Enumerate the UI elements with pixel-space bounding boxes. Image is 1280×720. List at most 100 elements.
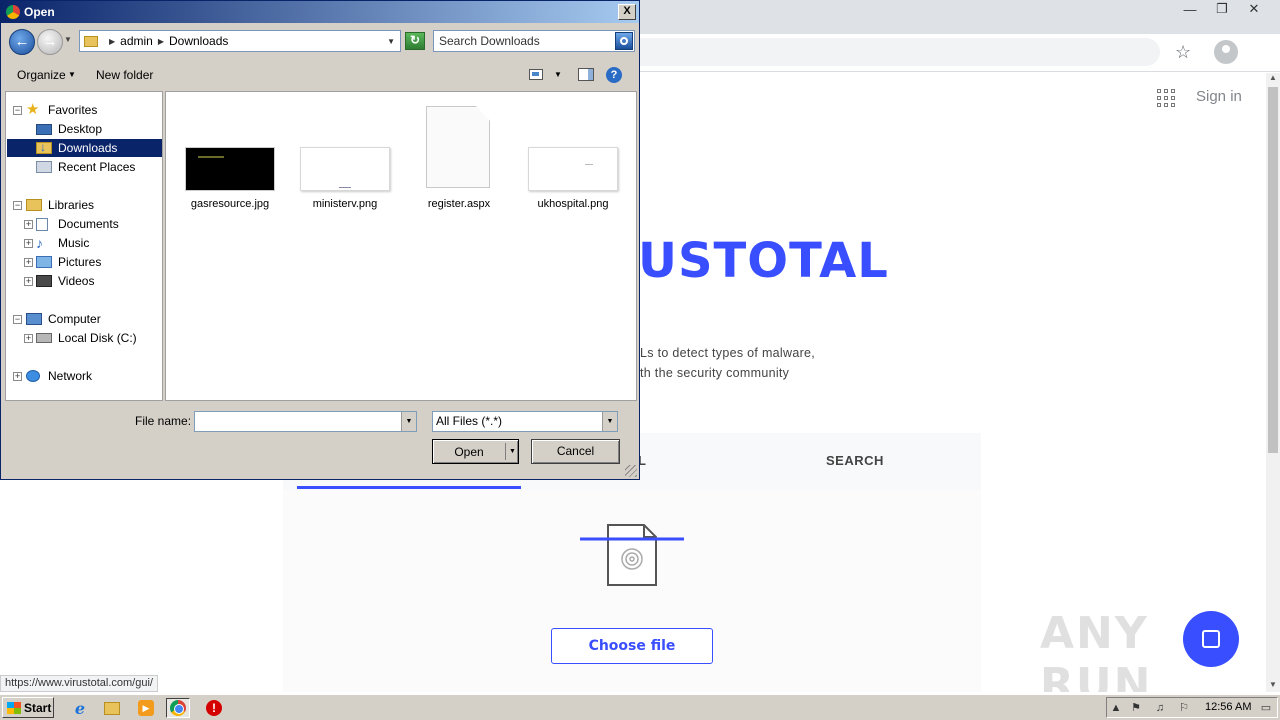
videos-icon: [36, 275, 52, 287]
breadcrumb[interactable]: ▶ admin ▶ Downloads ▼: [79, 30, 401, 52]
file-item[interactable]: ukhospital.png: [523, 92, 623, 212]
cancel-button[interactable]: Cancel: [531, 439, 620, 464]
internet-explorer-icon[interactable]: e: [68, 698, 92, 718]
preview-pane-icon[interactable]: [578, 68, 594, 81]
close-button[interactable]: ✕: [1242, 0, 1266, 18]
sidebar-item-desktop[interactable]: Desktop: [36, 120, 104, 138]
sidebar-item-label: Computer: [48, 312, 101, 326]
desktop-icon: [36, 123, 52, 135]
taskbar: Start e ▶ ! ▲ ⚑ ♫ ⚐ 12:56 AM ▭: [0, 694, 1280, 720]
file-name: ukhospital.png: [537, 198, 609, 210]
start-button[interactable]: Start: [2, 697, 54, 718]
expand-icon[interactable]: +: [24, 220, 33, 229]
search-input[interactable]: Search Downloads: [433, 30, 635, 52]
organize-button[interactable]: Organize: [17, 68, 66, 82]
star-icon[interactable]: ☆: [1175, 42, 1191, 63]
expand-icon[interactable]: +: [24, 334, 33, 343]
sidebar-item-downloads[interactable]: Downloads: [36, 139, 120, 157]
sidebar-item-label: Recent Places: [58, 160, 136, 174]
chevron-right-icon[interactable]: ▶: [158, 37, 164, 46]
refresh-button[interactable]: ↻: [405, 32, 425, 50]
show-desktop-icon[interactable]: ▭: [1259, 701, 1273, 715]
page-scrollbar[interactable]: ▲ ▼: [1266, 73, 1280, 692]
chevron-right-icon[interactable]: ▶: [109, 37, 115, 46]
address-bar[interactable]: [600, 38, 1160, 66]
expand-icon[interactable]: +: [24, 277, 33, 286]
collapse-icon[interactable]: −: [13, 106, 22, 115]
chevron-down-icon[interactable]: ▼: [509, 448, 516, 455]
file-type-select[interactable]: All Files (*.*) ▼: [432, 411, 618, 432]
forward-button[interactable]: →: [37, 29, 63, 55]
status-bar-url: https://www.virustotal.com/gui/: [0, 675, 158, 692]
open-button[interactable]: Open ▼: [432, 439, 519, 464]
pictures-icon: [36, 256, 52, 268]
sidebar-item-recent-places[interactable]: Recent Places: [36, 158, 137, 176]
tab-search[interactable]: SEARCH: [826, 453, 884, 468]
dialog-close-button[interactable]: X: [618, 4, 636, 20]
breadcrumb-admin[interactable]: admin: [120, 34, 153, 48]
document-icon: [426, 106, 490, 188]
chevron-down-icon[interactable]: ▼: [68, 70, 76, 79]
dialog-title: Open: [24, 5, 55, 19]
file-explorer-icon[interactable]: [100, 698, 124, 718]
chrome-taskbar-icon[interactable]: [166, 698, 190, 718]
chevron-down-icon[interactable]: ▼: [401, 412, 416, 431]
sidebar-item-documents[interactable]: Documents: [36, 215, 121, 233]
help-icon[interactable]: ?: [606, 67, 622, 83]
new-folder-button[interactable]: New folder: [96, 68, 153, 82]
address-dropdown-icon[interactable]: ▼: [387, 37, 395, 46]
sidebar-item-music[interactable]: ♪ Music: [36, 234, 91, 252]
restore-button[interactable]: ❐: [1210, 0, 1234, 18]
volume-icon[interactable]: ♫: [1153, 701, 1167, 715]
open-button-label: Open: [454, 445, 484, 459]
dialog-titlebar[interactable]: Open X: [1, 1, 639, 23]
network-icon: [26, 370, 40, 382]
avatar[interactable]: [1214, 40, 1238, 64]
sidebar-item-pictures[interactable]: Pictures: [36, 253, 103, 271]
sidebar-item-label: Documents: [58, 217, 119, 231]
scroll-up-arrow-icon[interactable]: ▲: [1266, 73, 1280, 85]
sidebar-item-label: Downloads: [56, 140, 120, 156]
change-view-icon[interactable]: [529, 69, 543, 80]
back-button[interactable]: ←: [9, 29, 35, 55]
choose-file-button[interactable]: Choose file: [551, 628, 713, 664]
sidebar-item-label: Local Disk (C:): [58, 331, 137, 345]
sidebar-item-computer[interactable]: Computer: [26, 310, 103, 328]
chat-button[interactable]: [1183, 611, 1239, 667]
breadcrumb-downloads[interactable]: Downloads: [169, 34, 228, 48]
file-item[interactable]: gasresource.jpg: [180, 92, 280, 212]
windows-logo-icon: [7, 701, 21, 714]
scroll-thumb[interactable]: [1268, 87, 1278, 453]
resize-grip-icon[interactable]: [625, 465, 637, 477]
file-item[interactable]: ministerv.png: [295, 92, 395, 212]
collapse-icon[interactable]: −: [13, 315, 22, 324]
sidebar-item-favorites[interactable]: ★ Favorites: [26, 101, 99, 119]
clock[interactable]: 12:56 AM: [1205, 701, 1251, 713]
action-center-icon[interactable]: ⚑: [1129, 701, 1143, 715]
sidebar-item-libraries[interactable]: Libraries: [26, 196, 96, 214]
expand-icon[interactable]: +: [24, 239, 33, 248]
show-hidden-icons-icon[interactable]: ▲: [1109, 701, 1123, 715]
search-icon[interactable]: [615, 32, 633, 50]
sidebar-item-local-disk[interactable]: Local Disk (C:): [36, 329, 139, 347]
file-item[interactable]: register.aspx: [409, 92, 509, 212]
sign-in-link[interactable]: Sign in: [1196, 88, 1242, 105]
collapse-icon[interactable]: −: [13, 201, 22, 210]
expand-icon[interactable]: +: [24, 258, 33, 267]
chat-icon: [1202, 630, 1220, 648]
apps-grid-icon[interactable]: [1157, 89, 1175, 107]
stop-icon[interactable]: !: [202, 698, 226, 718]
history-dropdown-icon[interactable]: ▼: [64, 35, 72, 44]
chevron-down-icon[interactable]: ▼: [554, 70, 562, 79]
network-status-icon[interactable]: ⚐: [1177, 701, 1191, 715]
image-thumbnail: [185, 147, 275, 191]
file-name-input[interactable]: ▼: [194, 411, 417, 432]
chevron-down-icon[interactable]: ▼: [602, 412, 617, 431]
sidebar-item-network[interactable]: Network: [26, 367, 94, 385]
scroll-down-arrow-icon[interactable]: ▼: [1266, 680, 1280, 692]
minimize-button[interactable]: —: [1178, 0, 1202, 18]
star-icon: ★: [26, 101, 40, 118]
expand-icon[interactable]: +: [13, 372, 22, 381]
sidebar-item-videos[interactable]: Videos: [36, 272, 96, 290]
media-player-icon[interactable]: ▶: [134, 698, 158, 718]
